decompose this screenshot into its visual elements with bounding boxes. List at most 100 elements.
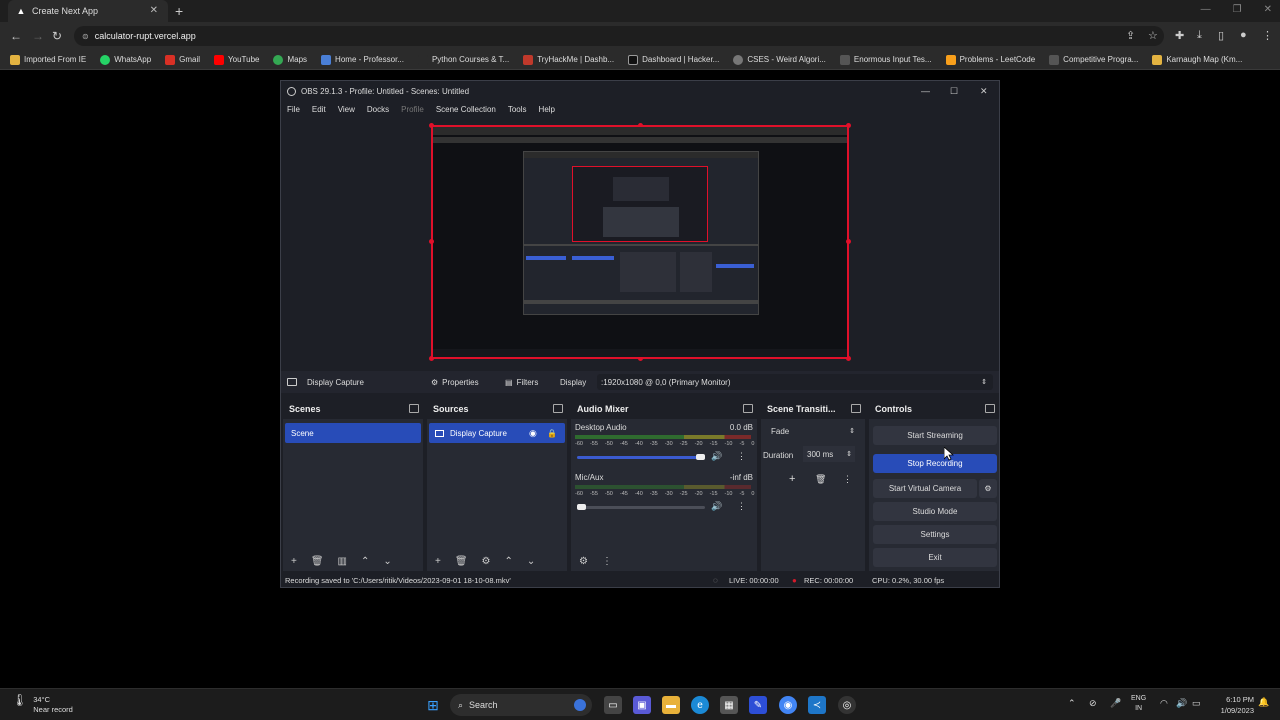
star-icon[interactable]: ☆ [1148,29,1158,42]
bookmark-competitive[interactable]: Competitive Progra... [1049,54,1138,65]
menu-icon[interactable]: ⋮ [1262,29,1273,42]
start-streaming-button[interactable]: Start Streaming [873,426,997,445]
chevron-up-icon[interactable]: ⌃ [505,556,513,567]
new-tab-icon[interactable]: + [175,3,183,19]
undock-icon[interactable] [851,404,861,413]
source-item[interactable]: Display Capture ◉ 🔒 [429,423,565,443]
scene-item[interactable]: Scene [285,423,421,443]
gear-icon[interactable]: ⚙ [482,556,491,567]
undock-icon[interactable] [409,404,419,413]
volume-slider[interactable] [577,506,705,509]
undock-icon[interactable] [743,404,753,413]
minimize-icon[interactable]: — [1201,4,1211,15]
volume-slider-handle[interactable] [696,454,705,460]
download-icon[interactable]: ⤓ [1197,29,1202,42]
share-icon[interactable]: ⇪ [1126,29,1135,42]
menu-scene-collection[interactable]: Scene Collection [436,105,496,114]
lock-icon[interactable]: 🔒 [547,429,557,438]
windows-start-icon[interactable]: ⊞ [424,696,442,714]
bookmark-python[interactable]: Python Courses & T... [417,54,509,65]
bookmark-hacker[interactable]: Dashboard | Hacker... [628,54,719,65]
studio-mode-button[interactable]: Studio Mode [873,502,997,521]
undock-icon[interactable] [553,404,563,413]
menu-view[interactable]: View [338,105,355,114]
obs-minimize-icon[interactable]: — [921,86,930,96]
bookmark-cses[interactable]: CSES - Weird Algori... [733,54,826,65]
bookmark-leetcode[interactable]: Problems - LeetCode [945,54,1035,65]
resize-handle[interactable] [846,239,851,244]
bookmark-tryhackme[interactable]: TryHackMe | Dashb... [523,54,614,65]
menu-tools[interactable]: Tools [508,105,527,114]
edge-icon[interactable]: e [691,696,709,714]
undock-icon[interactable] [985,404,995,413]
volume-slider-handle[interactable] [577,504,586,510]
bookmark-imported[interactable]: Imported From IE [10,54,86,65]
menu-file[interactable]: File [287,105,300,114]
start-virtual-camera-button[interactable]: Start Virtual Camera [873,479,977,498]
taskbar-search[interactable]: ⌕ Search [450,694,592,716]
resize-handle[interactable] [429,239,434,244]
add-icon[interactable]: + [789,473,795,485]
stop-recording-button[interactable]: Stop Recording [873,454,997,473]
chevron-down-icon[interactable]: ⌄ [527,556,535,567]
microphone-icon[interactable]: 🎤 [1110,698,1121,709]
display-select[interactable]: :1920x1080 @ 0,0 (Primary Monitor) ⇕ [597,374,993,390]
preview-canvas[interactable] [429,123,851,361]
volume-icon[interactable]: 🔊 [1176,698,1187,709]
bookmark-professor[interactable]: Home - Professor... [321,54,404,65]
file-explorer-icon[interactable]: ▬ [662,696,680,714]
properties-button[interactable]: ⚙ Properties [431,378,479,387]
teams-icon[interactable]: ▣ [633,696,651,714]
volume-slider[interactable] [577,456,705,459]
extensions-icon[interactable]: ✚ [1175,29,1184,42]
wifi-icon[interactable]: ◠ [1160,698,1168,709]
close-icon[interactable]: ✕ [1264,4,1272,15]
bookmark-gmail[interactable]: Gmail [165,54,200,65]
language-indicator[interactable]: ENG IN [1131,694,1146,714]
site-info-icon[interactable]: ⊜ [82,32,89,41]
bookmark-whatsapp[interactable]: WhatsApp [100,54,151,65]
obs-maximize-icon[interactable]: ☐ [950,86,958,97]
menu-profile[interactable]: Profile [401,105,424,114]
virtual-camera-settings-button[interactable]: ⚙ [979,479,997,498]
more-icon[interactable]: ⋮ [737,501,746,512]
bookmark-maps[interactable]: Maps [273,54,307,65]
clock[interactable]: 6:10 PM 1/09/2023 [1208,694,1254,716]
obs-close-icon[interactable]: ✕ [980,86,988,97]
vscode-icon[interactable]: ≺ [808,696,826,714]
sidebar-icon[interactable]: ▯ [1218,29,1224,42]
duration-input[interactable]: 300 ms ⇕ [803,446,855,462]
store-icon[interactable]: ▦ [720,696,738,714]
task-view-icon[interactable]: ▭ [604,696,622,714]
more-icon[interactable]: ⋮ [843,474,852,485]
reload-icon[interactable]: ↻ [52,29,62,43]
profile-icon[interactable]: ● [1240,29,1247,41]
eye-icon[interactable]: ◉ [529,428,537,439]
chevron-up-icon[interactable]: ⌃ [361,556,369,567]
menu-edit[interactable]: Edit [312,105,326,114]
exit-button[interactable]: Exit [873,548,997,567]
more-icon[interactable]: ⋮ [737,451,746,462]
speaker-icon[interactable]: 🔊 [711,501,722,512]
bookmark-enormous[interactable]: Enormous Input Tes... [839,54,932,65]
address-bar[interactable]: ⊜ calculator-rupt.vercel.app [74,26,1164,46]
menu-help[interactable]: Help [539,105,555,114]
chevron-up-icon[interactable]: ⌃ [1068,698,1076,709]
battery-icon[interactable]: ▭ [1192,698,1201,709]
back-icon[interactable]: ← [10,29,22,43]
settings-button[interactable]: Settings [873,525,997,544]
forward-icon[interactable]: → [32,29,44,43]
transition-select[interactable]: Fade ⇕ [765,423,859,439]
browser-tab[interactable]: ▲ Create Next App ✕ [8,0,168,22]
close-tab-icon[interactable]: ✕ [150,5,158,16]
add-icon[interactable]: + [435,556,441,567]
maximize-icon[interactable]: ❐ [1233,4,1242,15]
weather-widget[interactable]: 🌡 34°C Near record [12,694,73,715]
more-icon[interactable]: ⋮ [602,556,612,567]
app-icon[interactable]: ✎ [749,696,767,714]
chrome-icon[interactable]: ◉ [779,696,797,714]
spinner-icon[interactable]: ⇕ [846,450,852,458]
chevron-down-icon[interactable]: ⌄ [383,556,391,567]
trash-icon[interactable]: 🗑 [311,556,324,567]
notification-icon[interactable]: 🔔 [1258,697,1269,708]
